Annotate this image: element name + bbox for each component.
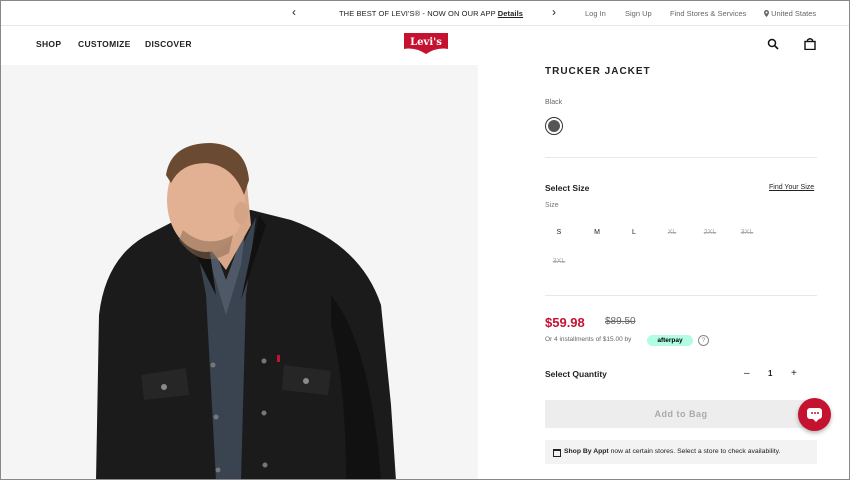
size-option-2xl[interactable]: 2XL [699,229,721,236]
model-photo [1,65,478,479]
quantity-increase-button[interactable]: + [791,368,797,379]
color-name: Black [545,99,563,106]
size-option-m[interactable]: M [586,229,608,236]
color-swatch-black[interactable] [545,117,563,135]
page-frame: ‹ THE BEST OF LEVI'S® - NOW ON OUR APP D… [0,0,850,480]
country-label: United States [771,9,817,18]
nav-customize[interactable]: CUSTOMIZE [78,39,131,49]
size-option-xl[interactable]: XL [661,229,683,236]
promo-next-arrow-icon[interactable]: › [552,6,556,18]
promo-bar: ‹ THE BEST OF LEVI'S® - NOW ON OUR APP D… [1,1,849,26]
search-icon[interactable] [767,38,779,50]
promo-details-link[interactable]: Details [498,9,523,18]
logo-text: Levi's [410,37,442,48]
signup-link[interactable]: Sign Up [625,9,652,18]
info-icon[interactable]: ? [698,335,709,346]
add-to-bag-button[interactable]: Add to Bag [545,400,817,428]
original-price: $89.50 [605,316,636,327]
login-link[interactable]: Log In [585,9,606,18]
afterpay-badge[interactable]: afterpay [647,335,693,346]
promo-message: THE BEST OF LEVI'S® - NOW ON OUR APP Det… [339,9,523,18]
size-option-3xl[interactable]: 3XL [736,229,758,236]
size-option-s[interactable]: S [548,229,570,236]
chat-button[interactable] [798,398,831,431]
installments-text: Or 4 installments of $15.00 by [545,336,632,343]
appt-description: now at certain stores. Select a store to… [610,448,781,455]
levis-logo[interactable]: Levi's [404,33,448,54]
promo-prev-arrow-icon[interactable]: ‹ [292,6,296,18]
size-option-l[interactable]: L [623,229,645,236]
find-your-size-link[interactable]: Find Your Size [769,184,814,191]
shopping-bag-icon[interactable] [804,38,816,50]
divider [545,295,817,296]
calendar-icon [553,449,561,457]
size-label: Size [545,202,559,209]
sale-price: $59.98 [545,315,585,330]
country-selector[interactable]: United States [764,9,816,18]
promo-text: THE BEST OF LEVI'S® - NOW ON OUR APP [339,9,496,18]
quantity-decrease-button[interactable]: – [744,368,750,379]
location-pin-icon [764,10,769,17]
select-quantity-heading: Select Quantity [545,369,607,379]
shop-by-appt-banner[interactable]: Shop By Appt now at certain stores. Sele… [545,440,817,464]
nav-shop[interactable]: SHOP [36,39,61,49]
appt-text: Shop By Appt now at certain stores. Sele… [564,440,780,464]
quantity-value[interactable]: 1 [768,369,772,378]
find-stores-link[interactable]: Find Stores & Services [670,9,746,18]
appt-bold: Shop By Appt [564,448,609,455]
select-size-heading: Select Size [545,183,590,193]
divider [545,157,817,158]
product-image [1,65,478,479]
nav-discover[interactable]: DISCOVER [145,39,192,49]
product-title: TRUCKER JACKET [545,66,651,77]
size-option-3xl-second[interactable]: 3XL [548,258,570,265]
